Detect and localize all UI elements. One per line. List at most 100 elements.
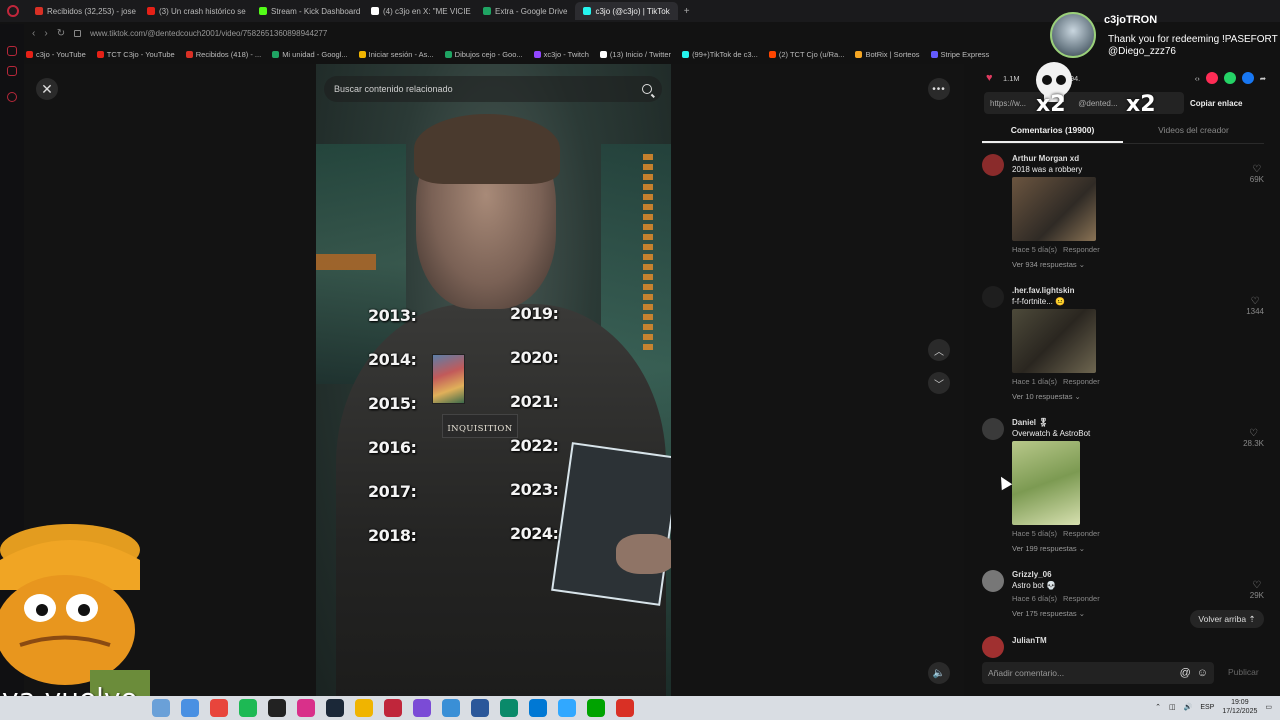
comment-image[interactable] [1012, 177, 1096, 241]
emoji-icon[interactable]: ☺ [1197, 667, 1208, 679]
sidebar-flow-icon[interactable] [7, 46, 17, 56]
forward-icon[interactable]: › [44, 28, 47, 39]
bookmark-item[interactable]: xc3jo - Twitch [533, 50, 589, 59]
bookmark-item[interactable]: c3jo - YouTube [26, 50, 86, 59]
view-replies-button[interactable]: Ver 199 respuestas ⌄ [1012, 544, 1232, 553]
url-field[interactable]: www.tiktok.com/@dentedcouch2001/video/75… [90, 29, 327, 38]
bookmark-item[interactable]: TCT C3jo - YouTube [96, 50, 175, 59]
share-tiktok-icon[interactable] [1205, 72, 1218, 84]
taskbar-app-icon[interactable] [326, 699, 344, 717]
tab-x[interactable]: (4) c3jo en X: "ME VICIE [363, 2, 475, 20]
embed-icon[interactable]: ‹› [1195, 74, 1200, 83]
share-arrow-icon[interactable]: ➦ [1260, 74, 1266, 83]
back-to-top-button[interactable]: Volver arriba ⇡ [1190, 610, 1264, 628]
tray-volume-icon[interactable]: 🔊 [1184, 703, 1193, 711]
bookmark-item[interactable]: Stripe Express [930, 50, 989, 59]
facebook-icon[interactable] [1241, 72, 1254, 84]
taskbar-app-icon[interactable] [587, 699, 605, 717]
back-icon[interactable]: ‹ [32, 28, 35, 39]
bookmark-item[interactable]: BotRix | Sorteos [855, 50, 920, 59]
taskbar-app-icon[interactable] [616, 699, 634, 717]
taskbar-app-icon[interactable] [471, 699, 489, 717]
taskbar-app-icon[interactable] [181, 699, 199, 717]
comment-username[interactable]: JulianTM [1012, 636, 1232, 645]
taskbar-app-icon[interactable] [413, 699, 431, 717]
taskbar-app-icon[interactable] [210, 699, 228, 717]
comment-image[interactable] [1012, 441, 1080, 525]
taskbar-app-icon[interactable] [558, 699, 576, 717]
like-heart-icon[interactable]: ♥ [986, 73, 997, 84]
more-options-button[interactable]: ••• [928, 78, 950, 100]
bookmark-item[interactable]: Mi unidad - Googl... [272, 50, 348, 59]
tab-gmail[interactable]: Recibidos (32,253) - jose [27, 2, 139, 20]
copy-link-button[interactable]: Copiar enlace [1190, 99, 1242, 108]
bookmark-item[interactable]: (99+)TikTok de c3... [682, 50, 758, 59]
tab-kick[interactable]: Stream - Kick Dashboard [251, 2, 363, 20]
avatar[interactable] [982, 154, 1004, 176]
taskbar-app-icon[interactable] [384, 699, 402, 717]
comment-image[interactable] [1012, 309, 1096, 373]
new-tab-button[interactable]: + [678, 6, 696, 17]
avatar[interactable] [982, 286, 1004, 308]
reload-icon[interactable]: ↻ [57, 28, 65, 39]
comment-username[interactable]: Daniel 🎖 [1012, 418, 1232, 427]
tab-tiktok[interactable]: c3jo (@c3jo) | TikTok [575, 2, 678, 20]
taskbar-app-icon[interactable] [268, 699, 286, 717]
taskbar-app-icon[interactable] [442, 699, 460, 717]
taskbar-app-icon[interactable] [152, 699, 170, 717]
sidebar-history-icon[interactable] [7, 92, 17, 102]
comment-like[interactable]: ♡ 69K [1250, 164, 1264, 184]
taskbar-app-icon[interactable] [500, 699, 518, 717]
reply-button[interactable]: Responder [1063, 245, 1100, 254]
bookmark-item[interactable]: Dibujos cejo - Goo... [444, 50, 523, 59]
reply-button[interactable]: Responder [1063, 377, 1100, 386]
avatar[interactable] [982, 570, 1004, 592]
tab-drive[interactable]: Extra - Google Drive [475, 2, 575, 20]
search-icon[interactable] [642, 84, 652, 94]
view-replies-button[interactable]: Ver 934 respuestas ⌄ [1012, 260, 1232, 269]
bookmark-item[interactable]: Recibidos (418) - ... [185, 50, 261, 59]
tab-youtube[interactable]: (3) Un crash histórico se [139, 2, 251, 20]
next-video-button[interactable]: ﹀ [928, 372, 950, 394]
view-replies-button[interactable]: Ver 10 respuestas ⌄ [1012, 392, 1232, 401]
whatsapp-icon[interactable] [1223, 72, 1236, 84]
comment-username[interactable]: .her.fav.lightskin [1012, 286, 1232, 295]
mention-icon[interactable]: @ [1180, 667, 1191, 679]
avatar[interactable] [982, 418, 1004, 440]
previous-video-button[interactable]: ︿ [928, 339, 950, 361]
opera-logo-icon[interactable] [7, 5, 19, 17]
avatar[interactable] [982, 636, 1004, 658]
video-player[interactable]: Buscar contenido relacionado [316, 64, 671, 696]
tab-comments[interactable]: Comentarios (19900) [982, 122, 1123, 143]
tray-network-icon[interactable]: ◫ [1169, 703, 1176, 711]
close-button[interactable]: ✕ [36, 78, 58, 100]
sidebar-pinboard-icon[interactable] [7, 66, 17, 76]
comment-time: Hace 5 día(s) [1012, 245, 1058, 254]
bookmark-favicon-icon [185, 50, 193, 58]
comment-username[interactable]: Grizzly_06 [1012, 570, 1232, 579]
taskbar-app-icon[interactable] [355, 699, 373, 717]
related-search-input[interactable]: Buscar contenido relacionado [324, 76, 662, 102]
reply-button[interactable]: Responder [1063, 594, 1100, 603]
comment-like[interactable]: ♡ 1344 [1246, 296, 1264, 316]
comment-input[interactable]: Añadir comentario... @ ☺ [982, 662, 1214, 684]
language-indicator[interactable]: ESP [1200, 704, 1214, 711]
bookmark-item[interactable]: Iniciar sesión - As... [358, 50, 434, 59]
comment-like[interactable]: ♡ 28.3K [1243, 428, 1264, 448]
bookmark-item[interactable]: (13) Inicio / Twitter [599, 50, 671, 59]
comment-username[interactable]: Arthur Morgan xd [1012, 154, 1232, 163]
publish-button[interactable]: Publicar [1228, 667, 1259, 677]
year-label: 2021: [510, 392, 559, 411]
volume-button[interactable]: 🔈 [928, 662, 950, 684]
reply-button[interactable]: Responder [1063, 529, 1100, 538]
taskbar-app-icon[interactable] [239, 699, 257, 717]
clock[interactable]: 19:09 17/12/2025 [1222, 698, 1257, 716]
tray-chevron-icon[interactable]: ⌃ [1155, 703, 1161, 711]
notifications-icon[interactable]: ▭ [1265, 703, 1272, 711]
taskbar-app-icon[interactable] [297, 699, 315, 717]
tab-creator-videos[interactable]: Videos del creador [1123, 122, 1264, 143]
bookmark-item[interactable]: (2) TCT Cjo (u/Ra... [768, 50, 844, 59]
taskbar-app-icon[interactable] [529, 699, 547, 717]
comment-time: Hace 5 día(s) [1012, 529, 1058, 538]
comment-like[interactable]: ♡ 29K [1250, 580, 1264, 600]
